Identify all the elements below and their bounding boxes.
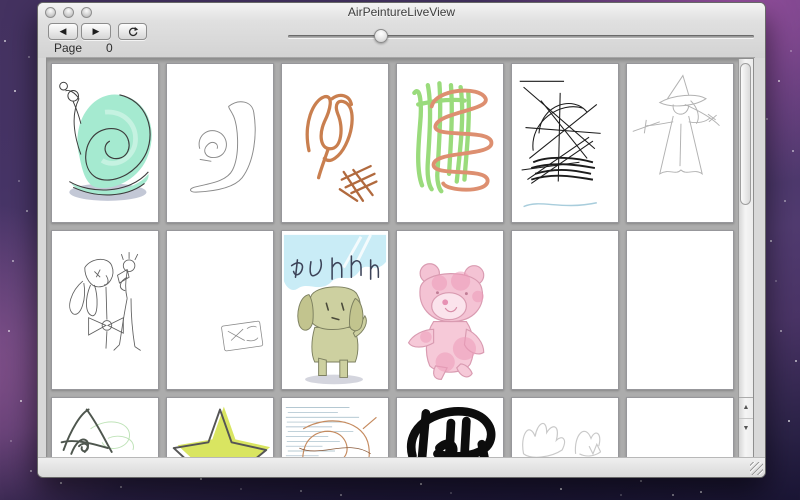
thumbnail-puppy-drawing[interactable]: [281, 230, 389, 390]
thumbnail-face-figure-sketch[interactable]: [51, 230, 159, 390]
slider-thumb[interactable]: [374, 29, 389, 43]
thumbnail-coil-scribble[interactable]: [396, 63, 504, 223]
thumbnail-witch-sketch[interactable]: [626, 63, 734, 223]
thumbnail-blank-page[interactable]: [626, 230, 734, 390]
thumbnail-wing-sketch[interactable]: [511, 397, 619, 458]
scroll-down-icon: ▼: [742, 425, 750, 432]
window-title: AirPeintureLiveView: [347, 5, 456, 19]
refresh-button[interactable]: [118, 23, 147, 40]
scroll-up-icon: ▲: [742, 404, 750, 411]
back-button[interactable]: ◀: [48, 23, 78, 40]
thumbnail-envelope-sketch[interactable]: [166, 230, 274, 390]
window-titlebar[interactable]: AirPeintureLiveView: [38, 3, 765, 21]
toolbar: ◀ ▶ Page 0: [38, 21, 765, 58]
app-window: AirPeintureLiveView ◀ ▶ Page 0 ▲ ▼: [37, 2, 766, 478]
back-icon: ◀: [59, 26, 67, 36]
slider-track[interactable]: [288, 35, 754, 38]
page-value: 0: [106, 41, 113, 55]
thumbnail-grid: [47, 59, 738, 458]
resize-grip[interactable]: [750, 462, 763, 475]
refresh-icon: [128, 26, 138, 37]
page-indicator: Page 0: [54, 41, 113, 55]
thumbnail-teddy-bear-drawing[interactable]: [396, 230, 504, 390]
vertical-scrollbar[interactable]: ▲ ▼: [738, 59, 753, 458]
thumbnail-scroll-area: ▲ ▼: [46, 58, 754, 459]
desktop: AirPeintureLiveView ◀ ▶ Page 0 ▲ ▼: [0, 0, 800, 500]
thumbnail-gray-green-scribble[interactable]: [51, 397, 159, 458]
forward-button[interactable]: ▶: [81, 23, 111, 40]
thumbnail-blank-page[interactable]: [511, 230, 619, 390]
thumbnail-black-scribble[interactable]: [511, 63, 619, 223]
thumbnail-blank-page[interactable]: [626, 397, 734, 458]
scroll-down-button[interactable]: ▼: [739, 419, 753, 439]
scroll-up-button[interactable]: ▲: [739, 398, 753, 419]
star-field-dim: [0, 0, 2, 2]
page-label: Page: [54, 41, 83, 55]
thumbnail-snail-drawing[interactable]: [51, 63, 159, 223]
thumbnail-thick-black-scribble[interactable]: [396, 397, 504, 458]
thumbnail-hatched-face-scribble[interactable]: [281, 397, 389, 458]
page-slider[interactable]: [288, 28, 754, 44]
forward-icon: ▶: [92, 26, 100, 36]
thumbnail-star-drawing[interactable]: [166, 397, 274, 458]
scrollbar-arrows: ▲ ▼: [739, 397, 753, 438]
scrollbar-thumb[interactable]: [740, 63, 751, 205]
thumbnail-spiral-sketch[interactable]: [166, 63, 274, 223]
window-bottom-bar: [38, 457, 765, 477]
thumbnail-orange-scribble[interactable]: [281, 63, 389, 223]
